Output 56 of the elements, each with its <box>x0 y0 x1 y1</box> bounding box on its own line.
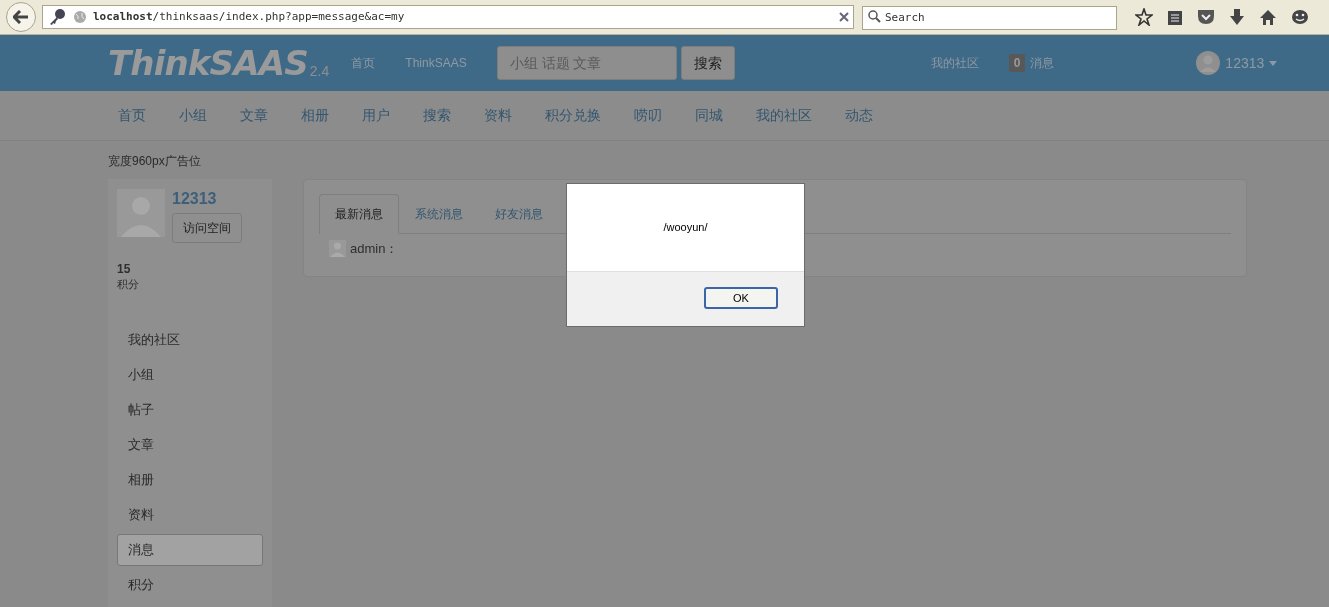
sidebar-item[interactable]: 消息 <box>117 534 263 566</box>
nav-link[interactable]: 我的社区 <box>746 105 822 126</box>
nav-link[interactable]: 小组 <box>169 105 217 126</box>
browser-search-field[interactable]: Search <box>862 5 1117 30</box>
header-link[interactable]: ThinkSAAS <box>405 54 467 72</box>
sidebar-item[interactable]: 文章 <box>117 429 263 461</box>
ok-button[interactable]: OK <box>704 287 778 309</box>
message-tab[interactable]: 最新消息 <box>319 194 399 234</box>
sidebar-item[interactable]: 相册 <box>117 464 263 496</box>
score-value: 15 <box>117 262 132 276</box>
sidebar-item[interactable]: 我的社区 <box>117 324 263 356</box>
download-icon[interactable] <box>1229 8 1245 26</box>
username-link[interactable]: 12313 <box>1225 52 1265 74</box>
header-link[interactable]: 首页 <box>351 54 376 72</box>
nav-link[interactable]: 积分兑换 <box>535 105 611 126</box>
alert-message: /wooyun/ <box>663 220 708 236</box>
search-icon <box>868 10 881 24</box>
sidebar-item[interactable]: 小组 <box>117 359 263 391</box>
avatar-icon <box>117 189 165 237</box>
smiley-icon[interactable] <box>1291 8 1309 26</box>
nav-link[interactable]: 搜索 <box>413 105 461 126</box>
message-count-badge: 0 <box>1008 54 1026 72</box>
url-text: localhost/thinksaas/index.php?app=message&ac=my <box>93 8 405 25</box>
back-arrow-icon <box>13 10 29 24</box>
message-sender: admin： <box>350 240 399 258</box>
star-icon[interactable] <box>1135 8 1153 26</box>
score-label: 积分 <box>117 277 140 292</box>
nav-link[interactable]: 相册 <box>291 105 339 126</box>
search-button[interactable]: 搜索 <box>680 46 735 80</box>
logo-text[interactable]: ThinkSAAS <box>108 46 308 80</box>
nav-link[interactable]: 首页 <box>108 105 156 126</box>
sidebar-item[interactable]: 积分 <box>117 569 263 601</box>
version-text: 2.4 <box>309 62 330 81</box>
avatar-icon <box>329 240 346 258</box>
nav-link[interactable]: 唠叨 <box>624 105 672 126</box>
nav-link[interactable]: 资料 <box>474 105 522 126</box>
nav-link[interactable]: 同城 <box>685 105 733 126</box>
home-icon[interactable] <box>1259 8 1277 26</box>
address-bar[interactable]: localhost/thinksaas/index.php?app=message&ac=my <box>42 5 854 29</box>
nav-link[interactable]: 用户 <box>352 105 400 126</box>
ad-placeholder-text: 宽度960px广告位 <box>108 153 202 170</box>
message-tab[interactable]: 好友消息 <box>479 194 559 234</box>
community-link[interactable]: 我的社区 <box>930 54 979 72</box>
sidebar-item[interactable]: 帖子 <box>117 394 263 426</box>
clipboard-icon[interactable] <box>1167 8 1183 26</box>
messages-link[interactable]: 消息 <box>1030 54 1055 72</box>
close-icon[interactable] <box>839 12 849 22</box>
nav-link[interactable]: 文章 <box>230 105 278 126</box>
nav-link[interactable]: 动态 <box>835 105 883 126</box>
message-tab[interactable]: 系统消息 <box>399 194 479 234</box>
globe-icon <box>73 10 87 24</box>
back-button[interactable] <box>6 2 36 32</box>
pocket-icon[interactable] <box>1197 9 1215 25</box>
profile-name-link[interactable]: 12313 <box>172 189 242 209</box>
sidebar-item[interactable]: 资料 <box>117 499 263 531</box>
visit-space-button[interactable]: 访问空间 <box>172 213 242 243</box>
